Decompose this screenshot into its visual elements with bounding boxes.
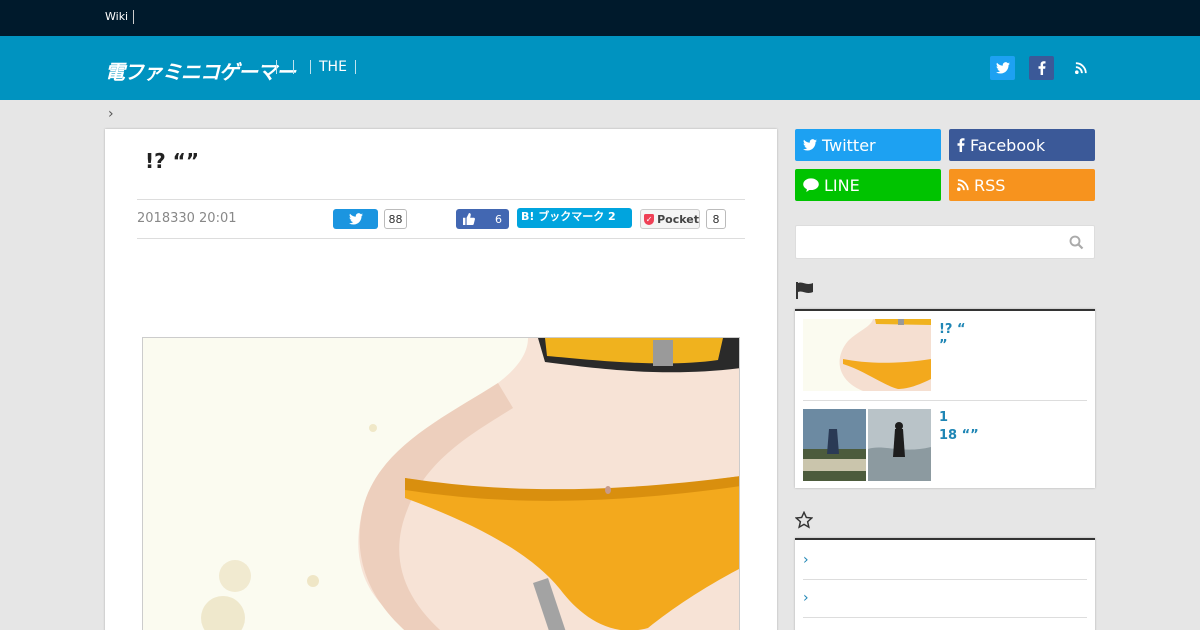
ranking-heading xyxy=(795,282,1095,302)
follow-twitter-label: Twitter xyxy=(822,135,876,155)
twitter-icon xyxy=(348,213,363,225)
site-logo[interactable]: 電ファミニコゲーマー xyxy=(105,56,296,85)
recommend-item-1[interactable]: › xyxy=(803,542,1087,580)
wiki-link[interactable]: Wiki xyxy=(105,10,135,24)
article-title: !? “” xyxy=(145,149,199,173)
follow-facebook-label: Facebook xyxy=(970,135,1046,155)
breadcrumb[interactable]: › xyxy=(108,106,114,122)
tweet-button[interactable] xyxy=(333,209,378,229)
hatena-bookmark-button[interactable]: B! ブックマーク 2 xyxy=(517,208,632,228)
follow-facebook-button[interactable]: Facebook xyxy=(949,129,1095,161)
article-meta: 2018330 20:01 88 6 B! ブックマーク 2 ✓ Pocket … xyxy=(137,199,745,239)
publish-date: 2018330 20:01 xyxy=(137,211,237,226)
site-header: 電ファミニコゲーマー THE xyxy=(0,36,1200,100)
pocket-label: Pocket xyxy=(657,212,699,226)
figure-photo xyxy=(143,338,739,630)
tweet-count: 88 xyxy=(384,209,407,229)
ranking-item-1[interactable]: !? “ ” xyxy=(803,319,1087,401)
twitter-icon xyxy=(803,139,817,151)
header-nav: THE xyxy=(268,58,364,76)
article-card: !? “” 2018330 20:01 88 6 B! ブックマーク 2 ✓ P… xyxy=(105,129,777,630)
ranking-title-1b: ” xyxy=(939,338,948,353)
ranking-title-2b: 18 “” xyxy=(939,428,979,443)
article-hero-image xyxy=(142,337,740,630)
follow-twitter-button[interactable]: Twitter xyxy=(795,129,941,161)
header-twitter-button[interactable] xyxy=(990,56,1015,80)
search-box[interactable] xyxy=(795,225,1095,259)
facebook-icon xyxy=(957,138,965,152)
like-count: 6 xyxy=(495,212,502,226)
ranking-item-2[interactable]: 1 18 “” xyxy=(803,409,1087,481)
follow-rss-label: RSS xyxy=(974,175,1006,195)
pocket-button[interactable]: ✓ Pocket xyxy=(640,209,700,229)
pocket-icon: ✓ xyxy=(644,213,655,225)
ranking-title-1a: !? “ xyxy=(939,322,966,337)
facebook-icon xyxy=(1038,61,1045,75)
nav-separator xyxy=(354,60,356,74)
ranking-list: !? “ ” 1 18 “” xyxy=(795,309,1095,488)
follow-line-button[interactable]: LINE xyxy=(795,169,941,201)
header-rss-button[interactable] xyxy=(1068,56,1093,80)
nav-separator xyxy=(276,60,277,74)
recommend-heading xyxy=(794,510,1095,531)
ranking-title-2a: 1 xyxy=(939,410,949,425)
header-social-icons xyxy=(990,56,1093,80)
thumbs-up-icon xyxy=(463,213,475,225)
nav-separator xyxy=(293,60,294,74)
follow-rss-button[interactable]: RSS xyxy=(949,169,1095,201)
nav-separator xyxy=(310,60,311,74)
star-icon xyxy=(794,510,814,529)
search-icon[interactable] xyxy=(1069,235,1084,250)
ranking-thumb-2 xyxy=(803,409,931,481)
recommend-item-2[interactable]: › xyxy=(803,580,1087,618)
pocket-count: 8 xyxy=(706,209,726,229)
follow-line-label: LINE xyxy=(824,175,860,195)
ranking-thumb-1 xyxy=(803,319,931,391)
twitter-icon xyxy=(995,62,1010,74)
flag-icon xyxy=(796,282,813,299)
rss-icon xyxy=(957,179,969,191)
line-icon xyxy=(803,178,819,192)
header-facebook-button[interactable] xyxy=(1029,56,1054,80)
top-bar: Wiki xyxy=(0,0,1200,36)
nav-item-the[interactable]: THE xyxy=(319,59,347,75)
recommend-list: › › xyxy=(795,538,1095,630)
search-input[interactable] xyxy=(796,226,1056,258)
facebook-like-button[interactable]: 6 xyxy=(456,209,509,229)
rss-icon xyxy=(1074,62,1087,74)
